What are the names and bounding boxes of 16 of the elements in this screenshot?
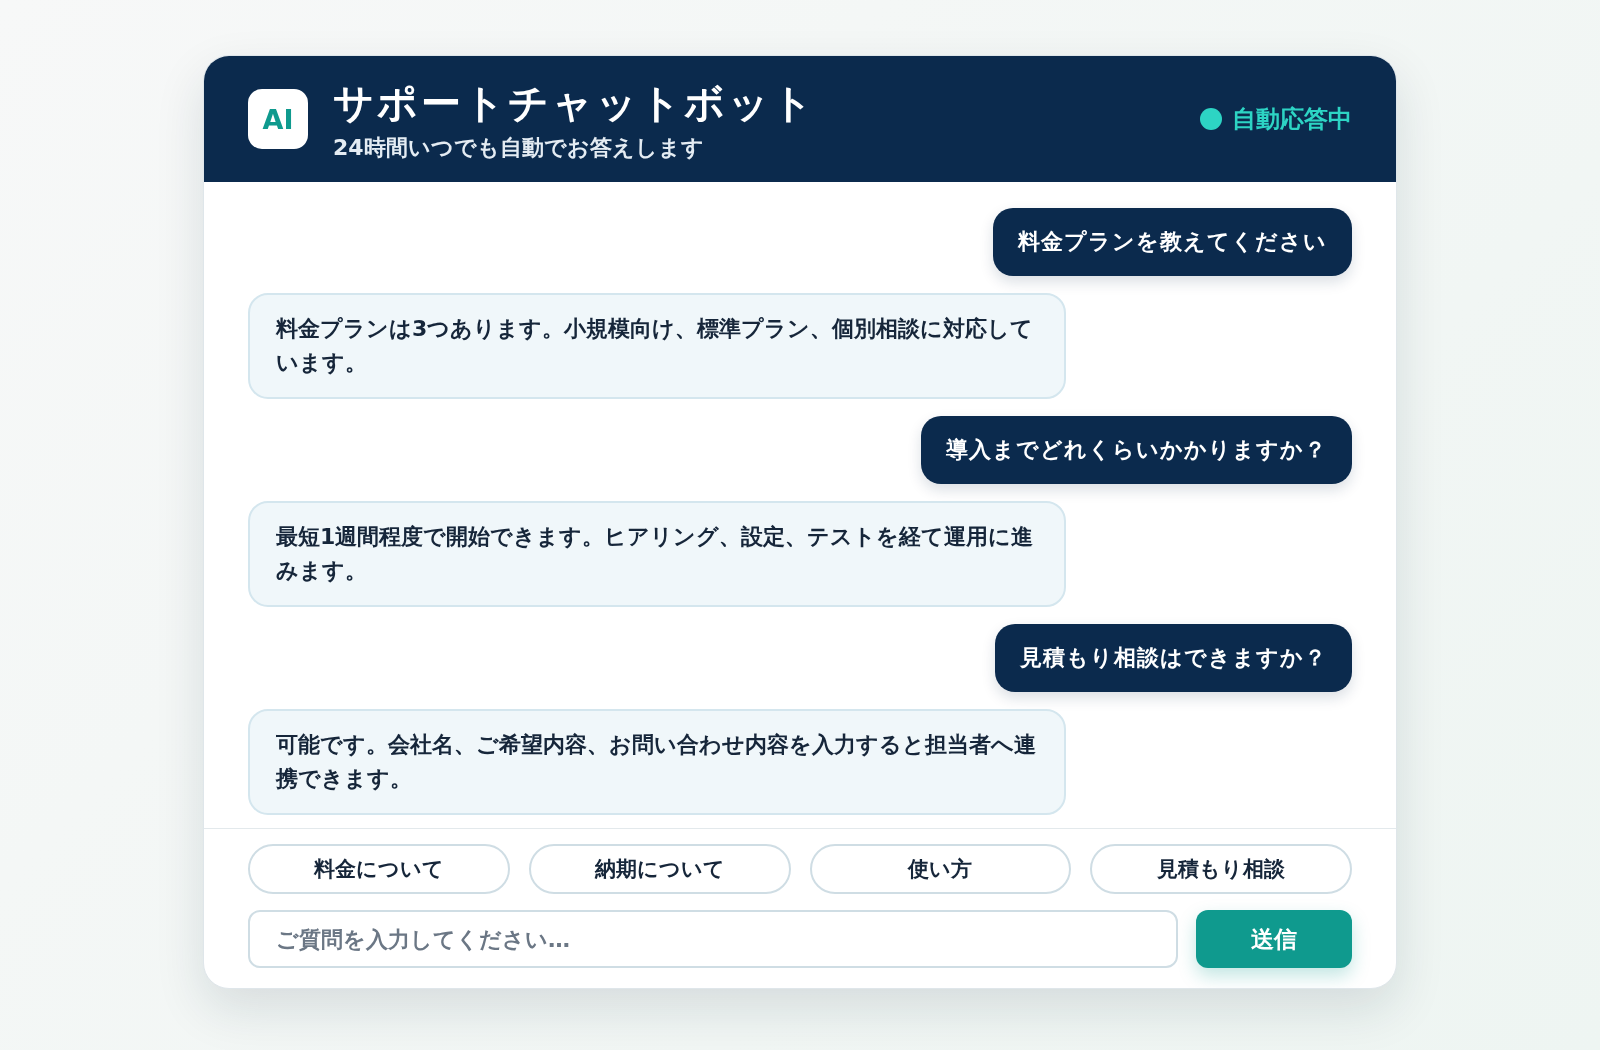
- status-label: 自動応答中: [1232, 104, 1352, 135]
- user-message: 見積もり相談はできますか？: [995, 624, 1352, 692]
- quick-reply-button[interactable]: 見積もり相談: [1090, 844, 1352, 894]
- logo-badge: AI: [248, 89, 308, 149]
- user-message: 導入までどれくらいかかりますか？: [921, 416, 1352, 484]
- bot-message: 可能です。会社名、ご希望内容、お問い合わせ内容を入力すると担当者へ連携できます。: [248, 709, 1066, 815]
- quick-reply-button[interactable]: 納期について: [528, 844, 791, 894]
- quick-reply-button[interactable]: 使い方: [809, 844, 1072, 894]
- status-dot-icon: [1200, 108, 1222, 130]
- bot-message: 最短1週間程度で開始できます。ヒアリング、設定、テストを経て運用に進みます。: [248, 501, 1066, 607]
- message-input[interactable]: ご質問を入力してください…: [248, 910, 1178, 968]
- quick-reply-button[interactable]: 料金について: [248, 844, 510, 894]
- chat-subtitle: 24時間いつでも自動でお答えします: [333, 133, 705, 162]
- user-message: 料金プランを教えてください: [993, 208, 1352, 276]
- bot-message: 料金プランは3つあります。小規模向け、標準プラン、個別相談に対応しています。: [248, 293, 1066, 399]
- chat-title: サポートチャットボット: [333, 78, 817, 128]
